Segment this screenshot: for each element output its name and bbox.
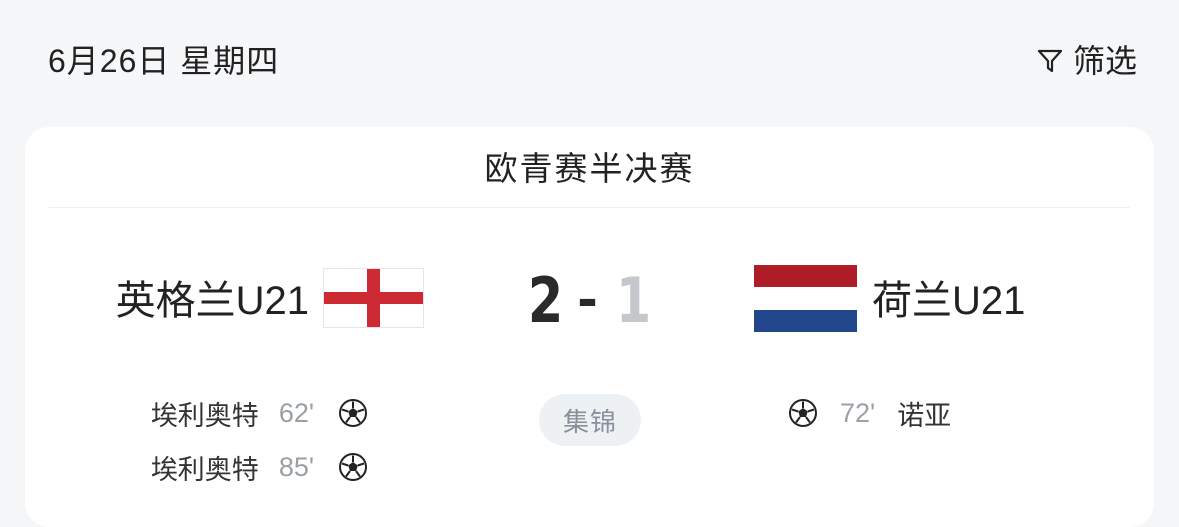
goal-minute: 62' xyxy=(278,397,314,428)
away-goal-event: 72' 诺亚 xyxy=(788,393,951,433)
soccer-ball-icon xyxy=(339,399,367,427)
goal-scorer: 诺亚 xyxy=(897,400,952,431)
away-team-name[interactable]: 荷兰U21 xyxy=(872,277,1025,325)
soccer-ball-icon xyxy=(789,399,817,427)
home-goal-event: 埃利奥特 85' xyxy=(151,447,368,487)
competition-title: 欧青赛半决赛 xyxy=(484,150,695,187)
home-goal-event: 埃利奥特 62' xyxy=(151,393,368,433)
filter-button[interactable]: 筛选 xyxy=(1035,38,1137,84)
match-card[interactable]: 欧青赛半决赛 英格兰U21 2 - 1 荷兰U21 埃利奥特 62' 埃利奥特 … xyxy=(25,127,1154,527)
netherlands-flag[interactable] xyxy=(754,265,857,332)
divider xyxy=(49,207,1130,208)
goal-scorer: 埃利奥特 xyxy=(150,400,259,431)
goal-minute: 72' xyxy=(840,397,876,428)
england-flag[interactable] xyxy=(323,268,424,328)
home-team-name[interactable]: 英格兰U21 xyxy=(116,277,309,325)
score-separator: - xyxy=(577,271,598,329)
score: 2 - 1 xyxy=(524,263,655,337)
date-label: 6月26日 星期四 xyxy=(48,43,280,79)
away-score: 1 xyxy=(615,263,652,337)
date-header: 6月26日 星期四 筛选 xyxy=(0,0,1179,120)
highlights-button[interactable]: 集锦 xyxy=(539,394,641,446)
filter-label: 筛选 xyxy=(1072,43,1137,79)
funnel-icon xyxy=(1037,49,1063,73)
home-score: 2 xyxy=(527,263,564,337)
goal-scorer: 埃利奥特 xyxy=(150,454,259,485)
